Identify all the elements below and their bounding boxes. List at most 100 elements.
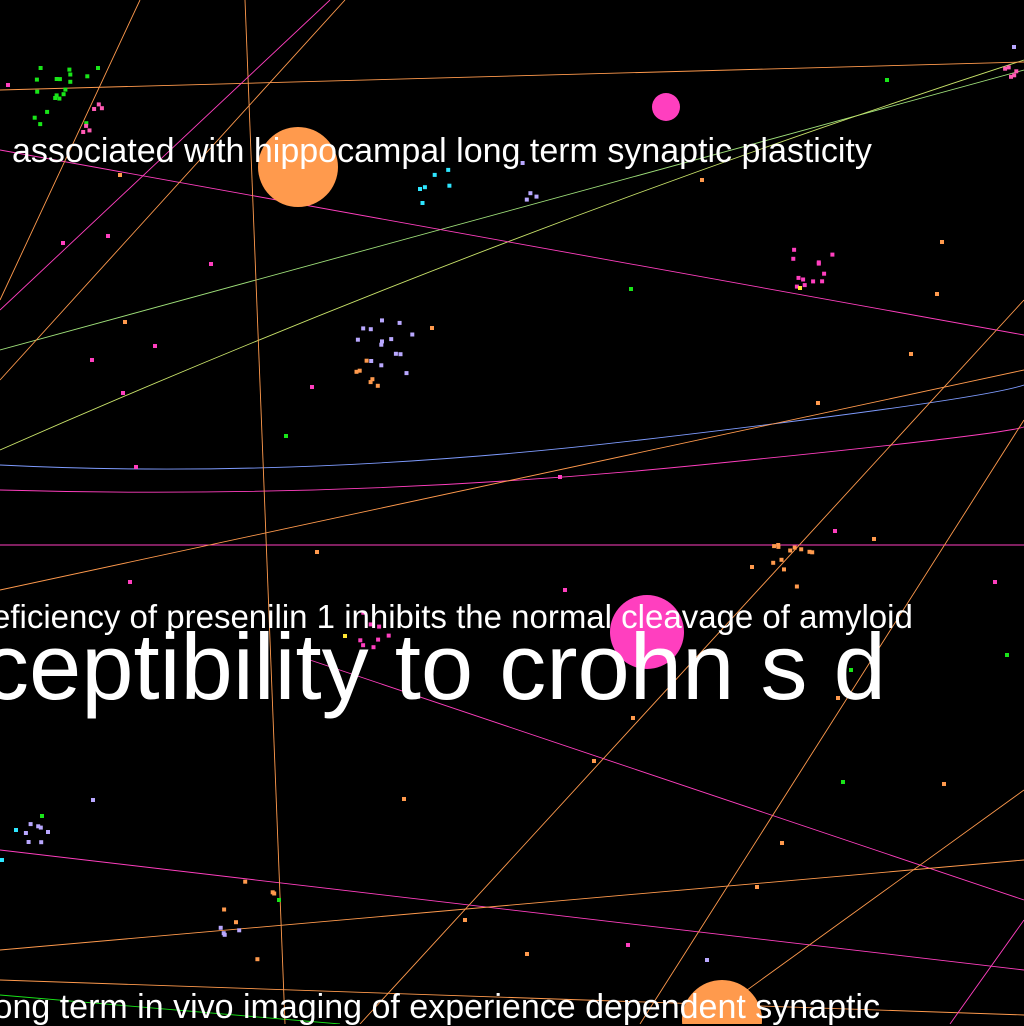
- graph-node: [792, 545, 797, 550]
- graph-node: [393, 351, 398, 356]
- graph-node: [368, 327, 373, 332]
- graph-node: [772, 544, 777, 549]
- graph-node: [779, 557, 784, 562]
- graph-node: [404, 371, 409, 376]
- graph-node: [935, 292, 939, 296]
- graph-node: [563, 588, 567, 592]
- graph-node: [222, 932, 227, 937]
- graph-node: [355, 337, 360, 342]
- graph-node: [389, 337, 394, 342]
- graph-node: [447, 183, 452, 188]
- graph-node: [830, 252, 835, 257]
- graph-node: [705, 958, 709, 962]
- graph-node: [315, 550, 319, 554]
- graph-node: [222, 907, 227, 912]
- graph-node: [128, 580, 132, 584]
- graph-node: [398, 352, 403, 357]
- graph-node: [375, 383, 380, 388]
- graph-node: [380, 339, 384, 344]
- graph-node: [369, 359, 374, 363]
- node-label: associated with hippocampal long term sy…: [12, 132, 872, 170]
- node-label-large: ceptibility to crohn s d: [0, 614, 886, 719]
- graph-node: [118, 173, 122, 177]
- graph-node: [430, 326, 434, 330]
- graph-node: [68, 79, 73, 84]
- graph-node: [46, 830, 50, 834]
- graph-node: [782, 567, 786, 572]
- graph-node: [32, 115, 37, 120]
- graph-node: [39, 840, 44, 845]
- graph-node: [14, 828, 18, 832]
- graph-node: [0, 858, 4, 862]
- graph-node: [798, 286, 802, 290]
- graph-node: [1012, 45, 1016, 49]
- graph-node: [23, 831, 28, 835]
- graph-node: [92, 107, 97, 111]
- graph-node: [1006, 65, 1011, 70]
- graph-node: [68, 72, 73, 77]
- graph-node: [422, 185, 427, 190]
- graph-node: [534, 194, 539, 199]
- graph-node: [134, 465, 138, 469]
- graph-node: [801, 277, 806, 282]
- graph-node: [364, 358, 369, 363]
- graph-node: [420, 201, 425, 205]
- graph-node: [99, 106, 104, 111]
- graph-node: [993, 580, 997, 584]
- graph-node: [807, 549, 812, 554]
- graph-node: [528, 191, 533, 196]
- graph-node: [272, 891, 277, 896]
- graph-node: [776, 543, 781, 547]
- graph-node: [750, 565, 754, 569]
- graph-node: [91, 798, 95, 802]
- graph-node: [153, 344, 157, 348]
- graph-node: [799, 547, 804, 552]
- graph-node: [942, 782, 946, 786]
- graph-node: [816, 261, 821, 266]
- graph-node: [209, 262, 213, 266]
- graph-node: [354, 369, 359, 374]
- graph-node: [277, 898, 281, 902]
- graph-node: [940, 240, 944, 244]
- graph-node: [909, 352, 913, 356]
- graph-node: [84, 123, 89, 128]
- graph-node: [822, 271, 827, 276]
- graph-node: [418, 187, 422, 191]
- graph-node: [34, 77, 39, 82]
- graph-node: [1012, 73, 1017, 78]
- graph-node: [123, 320, 127, 324]
- graph-node: [35, 89, 40, 94]
- graph-node: [792, 247, 797, 252]
- graph-node: [788, 548, 793, 553]
- graph-node: [755, 885, 759, 889]
- graph-node: [791, 256, 796, 261]
- graph-node: [361, 326, 366, 331]
- graph-node: [410, 332, 415, 337]
- graph-node-medium: [652, 93, 680, 121]
- graph-node: [28, 822, 33, 827]
- node-label: long term in vivo imaging of experience …: [0, 988, 880, 1026]
- graph-node: [106, 234, 110, 238]
- graph-node: [26, 840, 31, 844]
- graph-node: [885, 78, 889, 82]
- graph-node: [121, 391, 125, 395]
- graph-node: [820, 279, 825, 284]
- graph-node: [794, 584, 799, 589]
- graph-node: [61, 241, 65, 245]
- graph-node: [841, 780, 845, 784]
- graph-node: [38, 825, 43, 830]
- graph-node: [6, 83, 10, 87]
- graph-node: [592, 759, 596, 763]
- graph-node: [833, 529, 837, 533]
- graph-node: [816, 401, 820, 405]
- graph-node: [380, 318, 384, 323]
- graph-node: [218, 925, 223, 930]
- graph-node: [397, 320, 402, 325]
- graph-node: [63, 87, 68, 92]
- graph-node: [1005, 653, 1009, 657]
- graph-node: [54, 77, 59, 81]
- graph-node: [45, 109, 50, 114]
- graph-node: [255, 957, 260, 962]
- graph-node: [40, 814, 44, 818]
- graph-node: [796, 275, 801, 280]
